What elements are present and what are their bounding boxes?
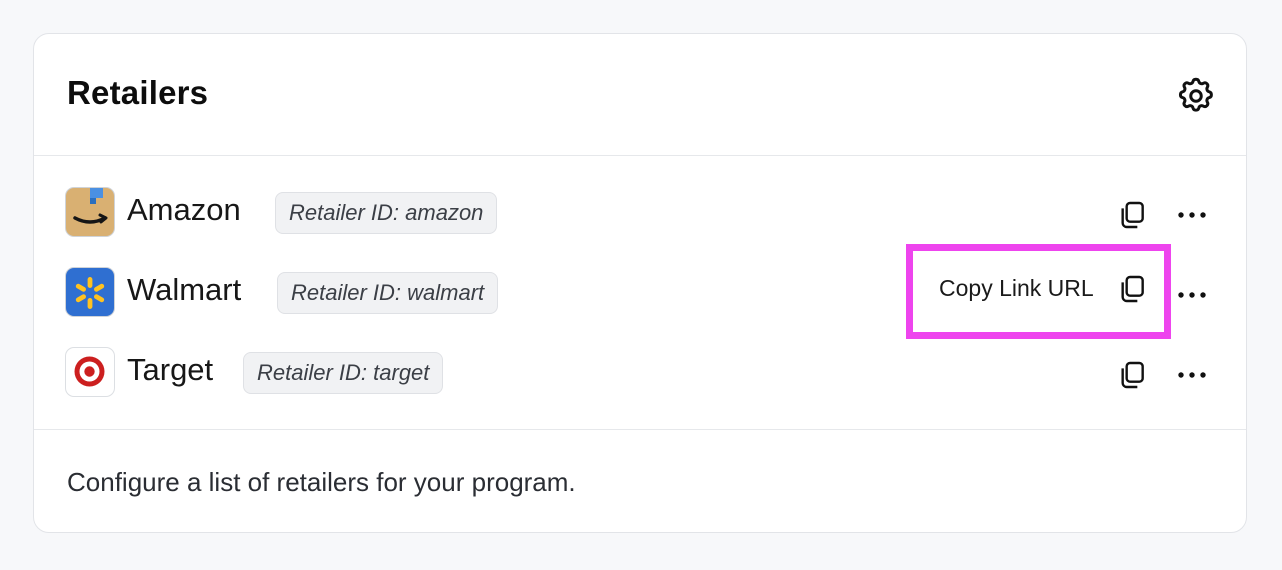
walmart-logo (65, 267, 115, 317)
copy-icon (1112, 269, 1152, 309)
retailer-row-target: Target Retailer ID: target (34, 330, 1246, 410)
card-title: Retailers (67, 74, 209, 111)
more-icon (1178, 372, 1206, 378)
retailer-id-badge: Retailer ID: walmart (277, 272, 499, 314)
retailer-name: Walmart (127, 272, 242, 307)
amazon-logo (65, 187, 115, 237)
copy-link-label: Copy Link URL (939, 275, 1094, 301)
retailer-id-badge: Retailer ID: amazon (275, 192, 498, 234)
copy-button[interactable] (1112, 195, 1152, 235)
more-icon (1178, 292, 1206, 298)
retailers-card: Retailers Amazon Retailer ID: amazon Wal… (33, 33, 1247, 533)
footer-divider (34, 429, 1246, 430)
more-options-button[interactable] (1172, 195, 1212, 235)
retailer-id-badge: Retailer ID: target (243, 352, 444, 394)
retailer-name: Amazon (127, 192, 241, 227)
gear-icon (1178, 77, 1213, 112)
more-options-button[interactable] (1172, 355, 1212, 395)
copy-button[interactable] (1112, 355, 1152, 395)
copy-icon (1121, 361, 1144, 389)
copy-link-url-button[interactable]: Copy Link URL (906, 244, 1171, 339)
copy-icon (1121, 201, 1144, 229)
target-logo (65, 347, 115, 397)
more-icon (1178, 212, 1206, 218)
settings-button[interactable] (1174, 74, 1218, 118)
retailer-row-amazon: Amazon Retailer ID: amazon (34, 170, 1246, 250)
card-description: Configure a list of retailers for your p… (67, 467, 576, 497)
more-options-button[interactable] (1172, 275, 1212, 315)
retailer-name: Target (127, 352, 214, 387)
card-header: Retailers (34, 34, 1246, 156)
